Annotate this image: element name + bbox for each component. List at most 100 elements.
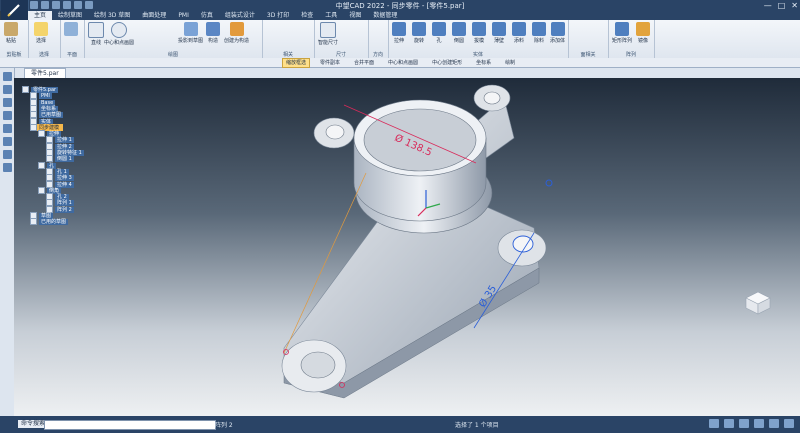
pathfinder-tree: 零件5.par PMI Base 坐标系 已用草图 实体 同步建模 拉伸 拉伸 1 拉伸 2 旋转特… (14, 78, 118, 416)
coordinate-system-button[interactable]: 坐标系 (472, 58, 495, 68)
zoom-area-button[interactable]: 缩放框选 (282, 57, 311, 68)
construct-button[interactable]: 构造 (206, 22, 220, 44)
close-button[interactable]: ✕ (791, 1, 798, 10)
center-rect-button[interactable]: 中心创建矩形 (428, 58, 466, 68)
dimension-icon (320, 22, 336, 38)
tab-sketch[interactable]: 绘制草图 (52, 11, 88, 20)
tab-data-management[interactable]: 数据管理 (367, 11, 403, 20)
revolve-button[interactable]: 旋转 (412, 22, 426, 44)
tab-3d-print[interactable]: 3D 打印 (261, 11, 295, 20)
smart-dimension-button[interactable]: 智能尺寸 (318, 22, 338, 46)
tab-inspect[interactable]: 检查 (295, 11, 319, 20)
paste-button[interactable]: 粘贴 (4, 22, 18, 44)
project-sketch-button[interactable]: 投影到草图 (178, 22, 203, 44)
views-icon[interactable] (769, 419, 779, 428)
cut-button[interactable]: 除料 (532, 22, 546, 44)
tab-home[interactable]: 主页 (28, 11, 53, 20)
checkbox-icon[interactable] (30, 123, 37, 131)
tab-pmi[interactable]: PMI (172, 11, 195, 20)
ribbon: 粘贴 剪贴板 选择 选择 平面 直线 中心和点画圆 投影到草图 构造 创建为构造… (0, 20, 800, 59)
construct-line-icon (229, 22, 244, 36)
group-plane: 平面 (60, 20, 85, 58)
family-icon[interactable] (2, 137, 12, 146)
features-icon[interactable] (2, 98, 12, 107)
library-icon[interactable] (2, 124, 12, 133)
revolve-icon (412, 22, 426, 36)
status-feature: 阵列 2 (215, 422, 233, 429)
properties-icon[interactable] (2, 150, 12, 159)
mirror-button[interactable]: 镜像 (636, 22, 650, 44)
cut-icon (532, 22, 546, 36)
view-controls (709, 419, 794, 428)
add-material-icon (512, 22, 526, 36)
group-dimension: 智能尺寸 尺寸 (314, 20, 369, 58)
tree-item[interactable]: 已用的草图 (30, 218, 69, 226)
hole-top-right (483, 91, 501, 105)
checkbox-icon[interactable] (30, 218, 37, 226)
group-select: 选择 选择 (28, 20, 61, 58)
tab-view[interactable]: 视图 (343, 11, 367, 20)
tree-item-label: 阵列 2 (55, 206, 74, 213)
add-material-button[interactable]: 添料 (512, 22, 526, 44)
search-icon[interactable] (2, 163, 12, 172)
ribbon-tabs: 主页 绘制草图 绘制 3D 草图 曲面处理 PMI 仿真 组装式设计 3D 打印… (28, 11, 800, 20)
center-circle-button[interactable]: 中心和点画圆 (384, 58, 422, 68)
draft-button[interactable]: 拔模 (472, 22, 486, 44)
checkbox-icon[interactable] (38, 186, 45, 194)
checkbox-icon[interactable] (38, 161, 45, 169)
hole-button[interactable]: 孔 (432, 22, 446, 44)
rotate-icon[interactable] (754, 419, 764, 428)
paste-icon (4, 22, 18, 36)
extrude-button[interactable]: 拉伸 (392, 22, 406, 44)
3d-viewport[interactable]: Ø 138.5 Ø 35 (14, 78, 800, 416)
left-toolbar (0, 68, 15, 416)
checkbox-icon[interactable] (38, 130, 45, 138)
merge-planes-button[interactable]: 合并平面 (350, 58, 378, 68)
tab-simulation[interactable]: 仿真 (195, 11, 219, 20)
draw-button[interactable]: 绘制 (501, 58, 519, 68)
zoom-icon[interactable] (709, 419, 719, 428)
pan-icon[interactable] (739, 419, 749, 428)
rect-pattern-button[interactable]: 矩形阵列 (612, 22, 632, 44)
thin-wall-button[interactable]: 薄壁 (492, 22, 506, 44)
shading-icon[interactable] (784, 419, 794, 428)
cylinder-bore (363, 108, 477, 172)
tab-tools[interactable]: 工具 (319, 11, 343, 20)
tab-surface[interactable]: 曲面处理 (136, 11, 172, 20)
checkbox-icon[interactable] (22, 86, 29, 93)
create-construct-button[interactable]: 创建为构造 (224, 22, 249, 44)
hole-top-left (325, 124, 345, 140)
maximize-button[interactable]: □ (778, 1, 786, 10)
group-clipboard: 粘贴 剪贴板 (0, 20, 29, 58)
cursor-icon (34, 22, 48, 36)
select-button[interactable]: 选择 (34, 22, 48, 44)
window-controls: — □ ✕ (764, 1, 798, 10)
part-copy-button[interactable]: 零件副本 (316, 58, 344, 68)
minimize-button[interactable]: — (764, 1, 772, 10)
circle-center-button[interactable]: 中心和点画圆 (104, 22, 134, 46)
add-body-icon (550, 22, 565, 36)
group-relate: 相关 (262, 20, 315, 58)
construct-icon (206, 22, 220, 36)
layers-icon[interactable] (2, 85, 12, 94)
sensor-icon[interactable] (2, 111, 12, 120)
hole-lower-left (300, 351, 336, 379)
tab-3d-sketch[interactable]: 绘制 3D 草图 (88, 11, 136, 20)
thin-wall-icon (492, 22, 506, 36)
hole-icon (432, 22, 446, 36)
group-draw: 直线 中心和点画圆 投影到草图 构造 创建为构造 绘图 (84, 20, 263, 58)
line-button[interactable]: 直线 (88, 22, 104, 46)
plane-button[interactable] (64, 22, 78, 37)
hole-right (512, 235, 534, 253)
group-pattern: 矩形阵列 镜像 阵列 (608, 20, 655, 58)
handle-point[interactable] (545, 179, 553, 187)
pathfinder-icon[interactable] (2, 72, 12, 81)
extrude-icon (392, 22, 406, 36)
tab-assembly-design[interactable]: 组装式设计 (219, 11, 261, 20)
fit-icon[interactable] (724, 419, 734, 428)
command-search-input[interactable] (44, 420, 216, 430)
line-icon (88, 22, 104, 38)
view-cube[interactable] (744, 290, 772, 316)
round-button[interactable]: 倒圆 (452, 22, 466, 44)
add-body-button[interactable]: 添加体 (550, 22, 565, 44)
